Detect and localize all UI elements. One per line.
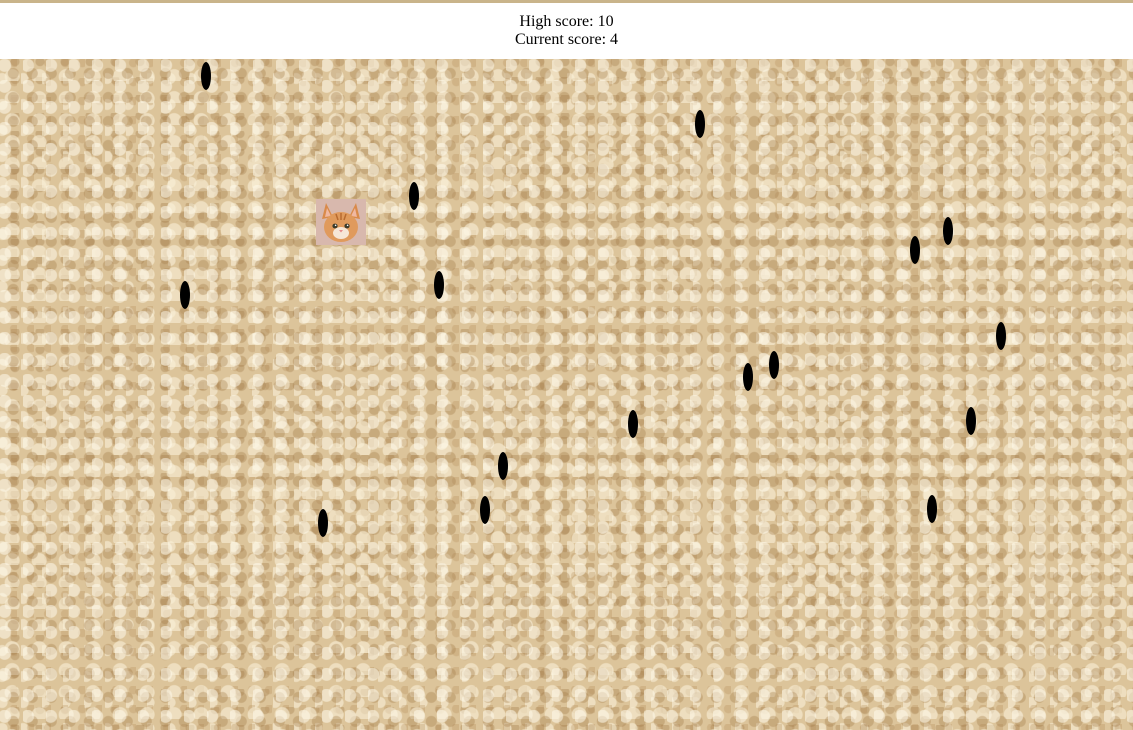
bug-icon[interactable] <box>769 351 779 379</box>
current-score-text: Current score: 4 <box>514 31 619 48</box>
bug-icon[interactable] <box>201 62 211 90</box>
bug-icon[interactable] <box>498 452 508 480</box>
bug-icon[interactable] <box>695 110 705 138</box>
bug-icon[interactable] <box>434 271 444 299</box>
bug-icon[interactable] <box>927 495 937 523</box>
bug-icon[interactable] <box>180 281 190 309</box>
game-field[interactable] <box>0 59 1133 730</box>
bug-icon[interactable] <box>743 363 753 391</box>
high-score-text: High score: 10 <box>519 13 614 30</box>
bug-icon[interactable] <box>966 407 976 435</box>
bug-icon[interactable] <box>318 509 328 537</box>
scoreboard: High score: 10 Current score: 4 <box>0 3 1133 59</box>
bug-icon[interactable] <box>409 182 419 210</box>
bug-icon[interactable] <box>480 496 490 524</box>
kitten-icon[interactable] <box>316 199 366 245</box>
bug-icon[interactable] <box>943 217 953 245</box>
bug-icon[interactable] <box>910 236 920 264</box>
bug-icon[interactable] <box>628 410 638 438</box>
bug-icon[interactable] <box>996 322 1006 350</box>
